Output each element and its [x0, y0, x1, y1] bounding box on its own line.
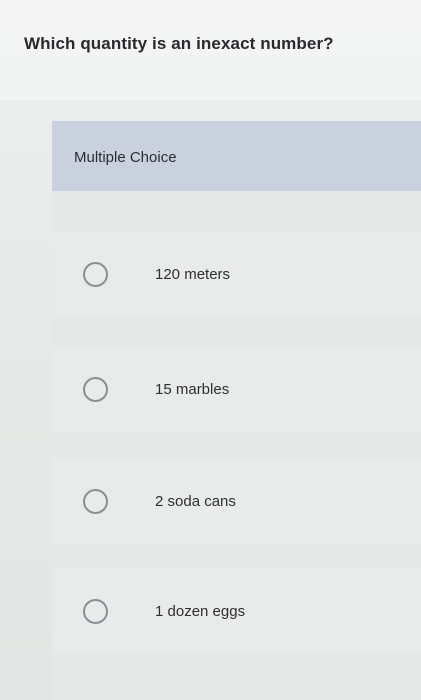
option-label: 120 meters [155, 265, 231, 283]
option-label: 2 soda cans [155, 492, 236, 510]
question-text: Which quantity is an inexact number? [24, 34, 334, 53]
option-1[interactable]: 120 meters [52, 231, 421, 317]
multiple-choice-label: Multiple Choice [74, 148, 177, 166]
option-4[interactable]: 1 dozen eggs [52, 568, 421, 654]
option-3[interactable]: 2 soda cans [52, 458, 421, 544]
radio-unselected-icon[interactable] [83, 261, 108, 287]
answer-options: 120 meters 15 marbles 2 soda cans 1 doze… [52, 191, 421, 700]
radio-unselected-icon[interactable] [83, 488, 108, 514]
option-label: 1 dozen eggs [155, 602, 246, 620]
radio-unselected-icon[interactable] [83, 376, 108, 402]
radio-unselected-icon[interactable] [83, 598, 108, 624]
multiple-choice-header: Multiple Choice [52, 121, 421, 191]
quiz-screen: Which quantity is an inexact number? Mul… [0, 0, 421, 700]
option-2[interactable]: 15 marbles [52, 346, 421, 432]
option-label: 15 marbles [155, 380, 230, 398]
